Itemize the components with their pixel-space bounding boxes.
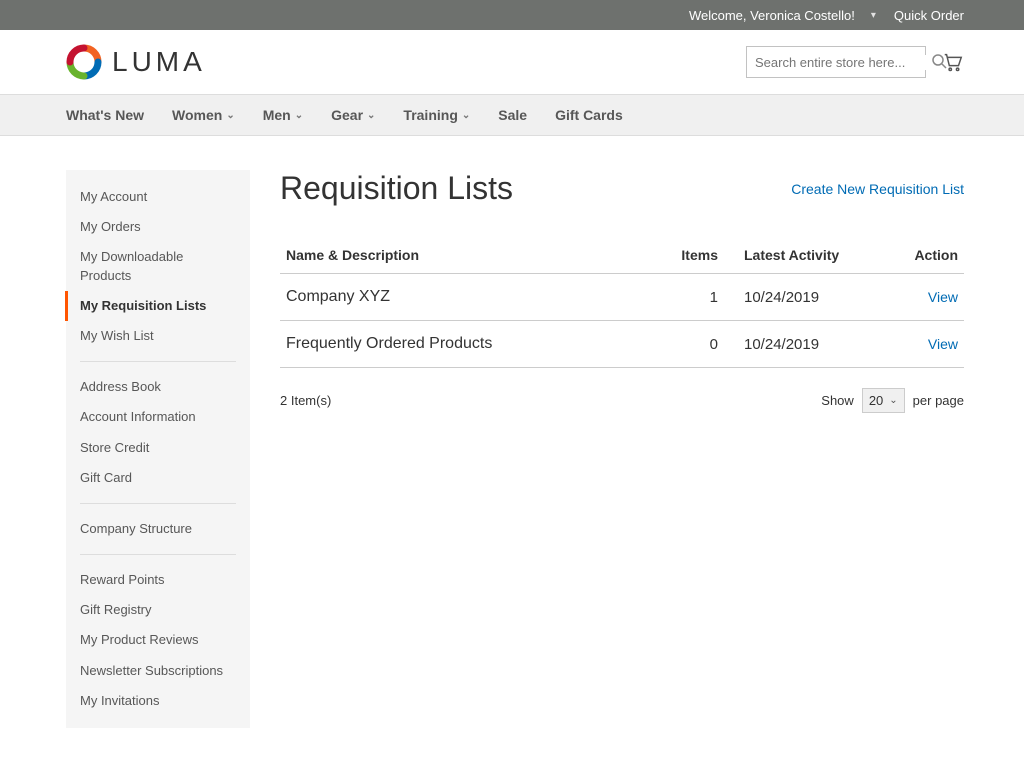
chevron-down-icon: ⌄ [367, 110, 375, 121]
chevron-down-icon: ▾ [871, 10, 876, 21]
nav-training[interactable]: Training ⌄ [403, 107, 470, 123]
cell-name: Company XYZ [280, 274, 664, 321]
nav-label: Gear [331, 107, 363, 123]
table-row: Frequently Ordered Products010/24/2019 Vi… [280, 321, 964, 368]
chevron-down-icon: ⌄ [226, 110, 234, 121]
sidebar-item-my-orders[interactable]: My Orders [66, 212, 250, 242]
nav-label: Gift Cards [555, 107, 623, 123]
sidebar-item-company-structure[interactable]: Company Structure [66, 514, 250, 544]
welcome-menu[interactable]: Welcome, Veronica Costello! ▾ [677, 8, 876, 23]
table-row: Company XYZ110/24/2019 View [280, 274, 964, 321]
pager-count: 2 Item(s) [280, 393, 331, 408]
sidebar-item-my-invitations[interactable]: My Invitations [66, 686, 250, 716]
cell-items: 1 [664, 274, 724, 321]
nav-label: Men [263, 107, 291, 123]
nav-label: What's New [66, 107, 144, 123]
view-link[interactable]: View [928, 336, 958, 352]
sidebar-item-newsletter-subscriptions[interactable]: Newsletter Subscriptions [66, 656, 250, 686]
sidebar-divider [80, 361, 236, 362]
nav-gift-cards[interactable]: Gift Cards [555, 107, 623, 123]
create-requisition-list-link[interactable]: Create New Requisition List [791, 181, 964, 197]
pager-show-label: Show [821, 393, 854, 408]
nav-label: Training [403, 107, 457, 123]
cell-date: 10/24/2019 [724, 274, 884, 321]
sidebar-divider [80, 554, 236, 555]
header: LUMA [0, 30, 1024, 94]
pager-per-page: per page [913, 393, 964, 408]
page-size-value: 20 [869, 393, 883, 408]
sidebar-item-gift-registry[interactable]: Gift Registry [66, 595, 250, 625]
cart-icon[interactable] [942, 51, 964, 73]
page-title: Requisition Lists [280, 170, 513, 207]
col-name: Name & Description [280, 237, 664, 274]
welcome-text: Welcome, Veronica Costello! [689, 8, 855, 23]
cell-items: 0 [664, 321, 724, 368]
sidebar-item-store-credit[interactable]: Store Credit [66, 433, 250, 463]
logo[interactable]: LUMA [66, 44, 206, 80]
nav-sale[interactable]: Sale [498, 107, 527, 123]
sidebar-item-my-account[interactable]: My Account [66, 182, 250, 212]
nav-gear[interactable]: Gear ⌄ [331, 107, 375, 123]
search-box[interactable] [746, 46, 926, 78]
chevron-down-icon: ⌄ [295, 110, 303, 121]
col-action: Action [884, 237, 964, 274]
sidebar-item-my-downloadable-products[interactable]: My Downloadable Products [66, 242, 250, 290]
cell-action: View [884, 274, 964, 321]
chevron-down-icon: ⌄ [462, 110, 470, 121]
nav-men[interactable]: Men ⌄ [263, 107, 303, 123]
top-bar: Welcome, Veronica Costello! ▾ Quick Orde… [0, 0, 1024, 30]
logo-text: LUMA [112, 46, 206, 78]
cell-action: View [884, 321, 964, 368]
sidebar-item-my-requisition-lists[interactable]: My Requisition Lists [65, 291, 250, 321]
view-link[interactable]: View [928, 289, 958, 305]
requisition-lists-table: Name & Description Items Latest Activity… [280, 237, 964, 368]
quick-order-link[interactable]: Quick Order [894, 8, 964, 23]
col-date: Latest Activity [724, 237, 884, 274]
sidebar-item-address-book[interactable]: Address Book [66, 372, 250, 402]
nav-women[interactable]: Women ⌄ [172, 107, 235, 123]
sidebar-item-my-wish-list[interactable]: My Wish List [66, 321, 250, 351]
cell-name: Frequently Ordered Products [280, 321, 664, 368]
chevron-down-icon: ⌄ [889, 395, 897, 406]
page-size-select[interactable]: 20 ⌄ [862, 388, 905, 413]
pager: 2 Item(s) Show 20 ⌄ per page [280, 388, 964, 413]
account-sidebar: My AccountMy OrdersMy Downloadable Produ… [66, 170, 250, 728]
luma-logo-icon [66, 44, 102, 80]
sidebar-item-my-product-reviews[interactable]: My Product Reviews [66, 625, 250, 655]
search-input[interactable] [755, 55, 931, 70]
nav-label: Sale [498, 107, 527, 123]
main-nav: What's New Women ⌄ Men ⌄ Gear ⌄ Training ⌄ Sale Gi… [0, 94, 1024, 136]
nav-what-s-new[interactable]: What's New [66, 107, 144, 123]
sidebar-divider [80, 503, 236, 504]
cell-date: 10/24/2019 [724, 321, 884, 368]
sidebar-item-gift-card[interactable]: Gift Card [66, 463, 250, 493]
nav-label: Women [172, 107, 222, 123]
col-items: Items [664, 237, 724, 274]
main-content: Requisition Lists Create New Requisition… [280, 170, 964, 413]
sidebar-item-account-information[interactable]: Account Information [66, 402, 250, 432]
